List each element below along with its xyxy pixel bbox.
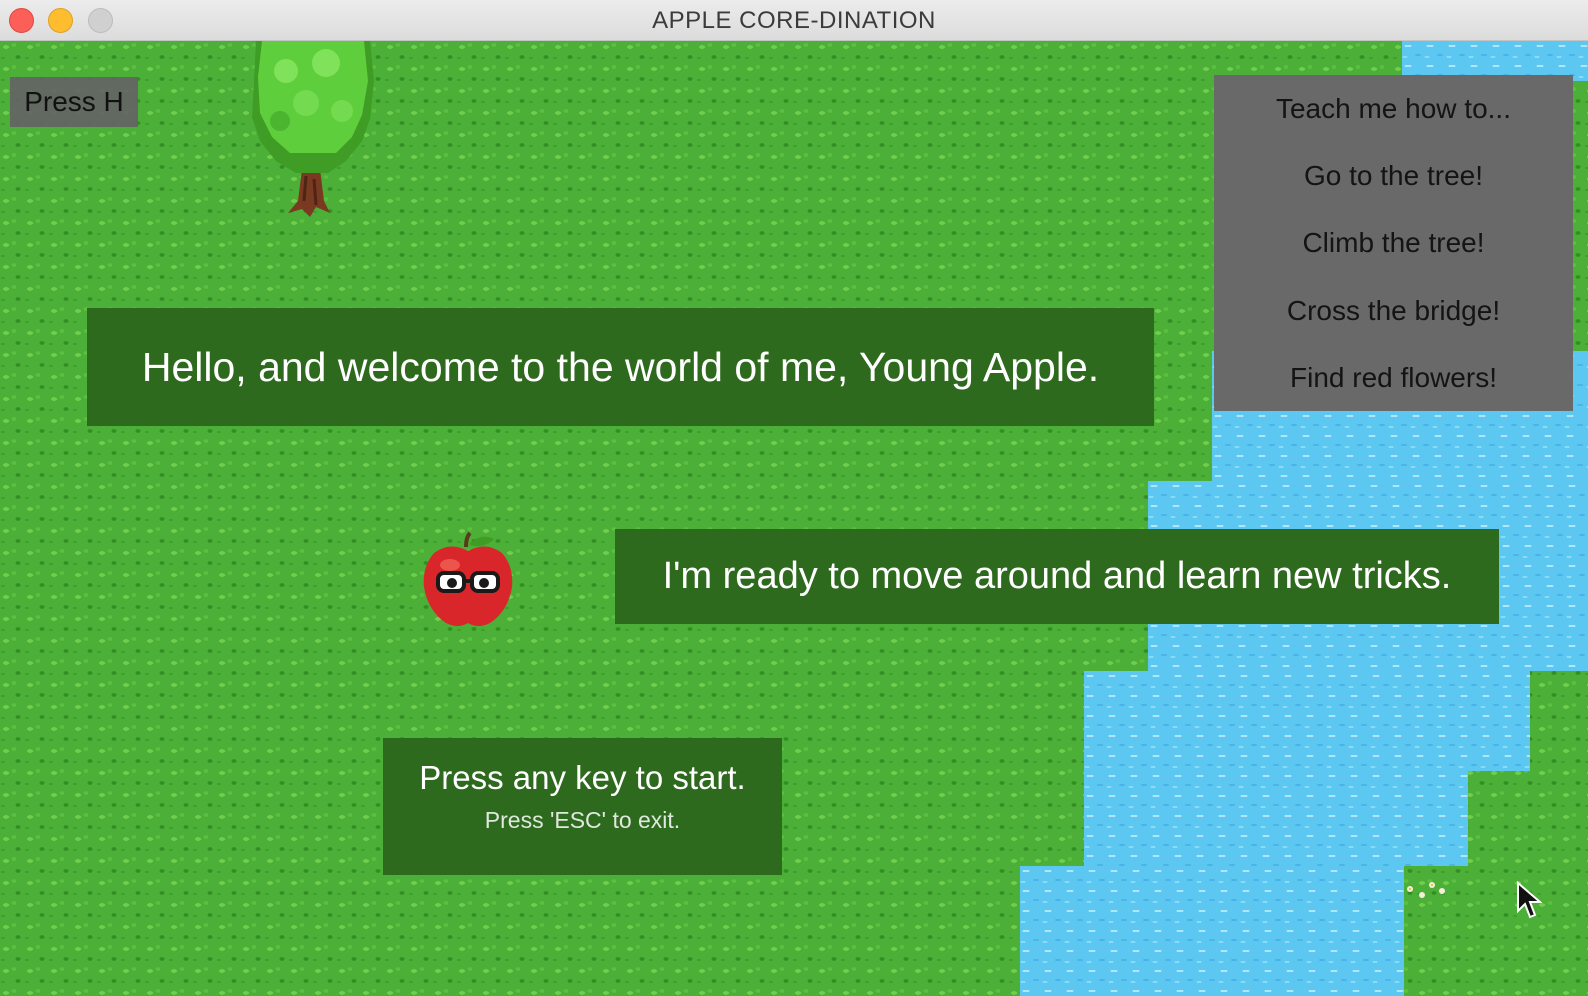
exit-hint-text: Press 'ESC' to exit.	[484, 807, 681, 833]
ready-dialog: I'm ready to move around and learn new t…	[615, 529, 1499, 624]
menu-item-cross-bridge[interactable]: Cross the bridge!	[1214, 277, 1573, 344]
start-prompt-dialog: Press any key to start. Press 'ESC' to e…	[383, 738, 782, 875]
apple-character-sprite	[423, 531, 513, 626]
app-window: APPLE CORE-DINATION Press H Teach me how…	[0, 0, 1588, 996]
window-title: APPLE CORE-DINATION	[652, 7, 936, 34]
river-segment	[1084, 671, 1530, 771]
river-segment	[1020, 866, 1404, 996]
tricks-menu: Teach me how to... Go to the tree! Climb…	[1214, 75, 1573, 411]
flowers-sprite	[1407, 882, 1445, 898]
menu-item-go-to-tree[interactable]: Go to the tree!	[1214, 142, 1573, 209]
river-segment	[1084, 771, 1468, 866]
mouse-pointer-icon	[1517, 881, 1542, 919]
title-bar: APPLE CORE-DINATION	[0, 0, 1588, 41]
menu-item-climb-tree[interactable]: Climb the tree!	[1214, 209, 1573, 276]
menu-item-teach[interactable]: Teach me how to...	[1214, 75, 1573, 142]
start-prompt-text: Press any key to start.	[419, 759, 746, 796]
help-hint-label: Press H	[10, 77, 138, 127]
game-canvas[interactable]: Press H Teach me how to... Go to the tre…	[0, 41, 1588, 996]
welcome-dialog: Hello, and welcome to the world of me, Y…	[87, 308, 1154, 426]
menu-item-find-flowers[interactable]: Find red flowers!	[1214, 344, 1573, 411]
tree-sprite	[252, 41, 374, 217]
